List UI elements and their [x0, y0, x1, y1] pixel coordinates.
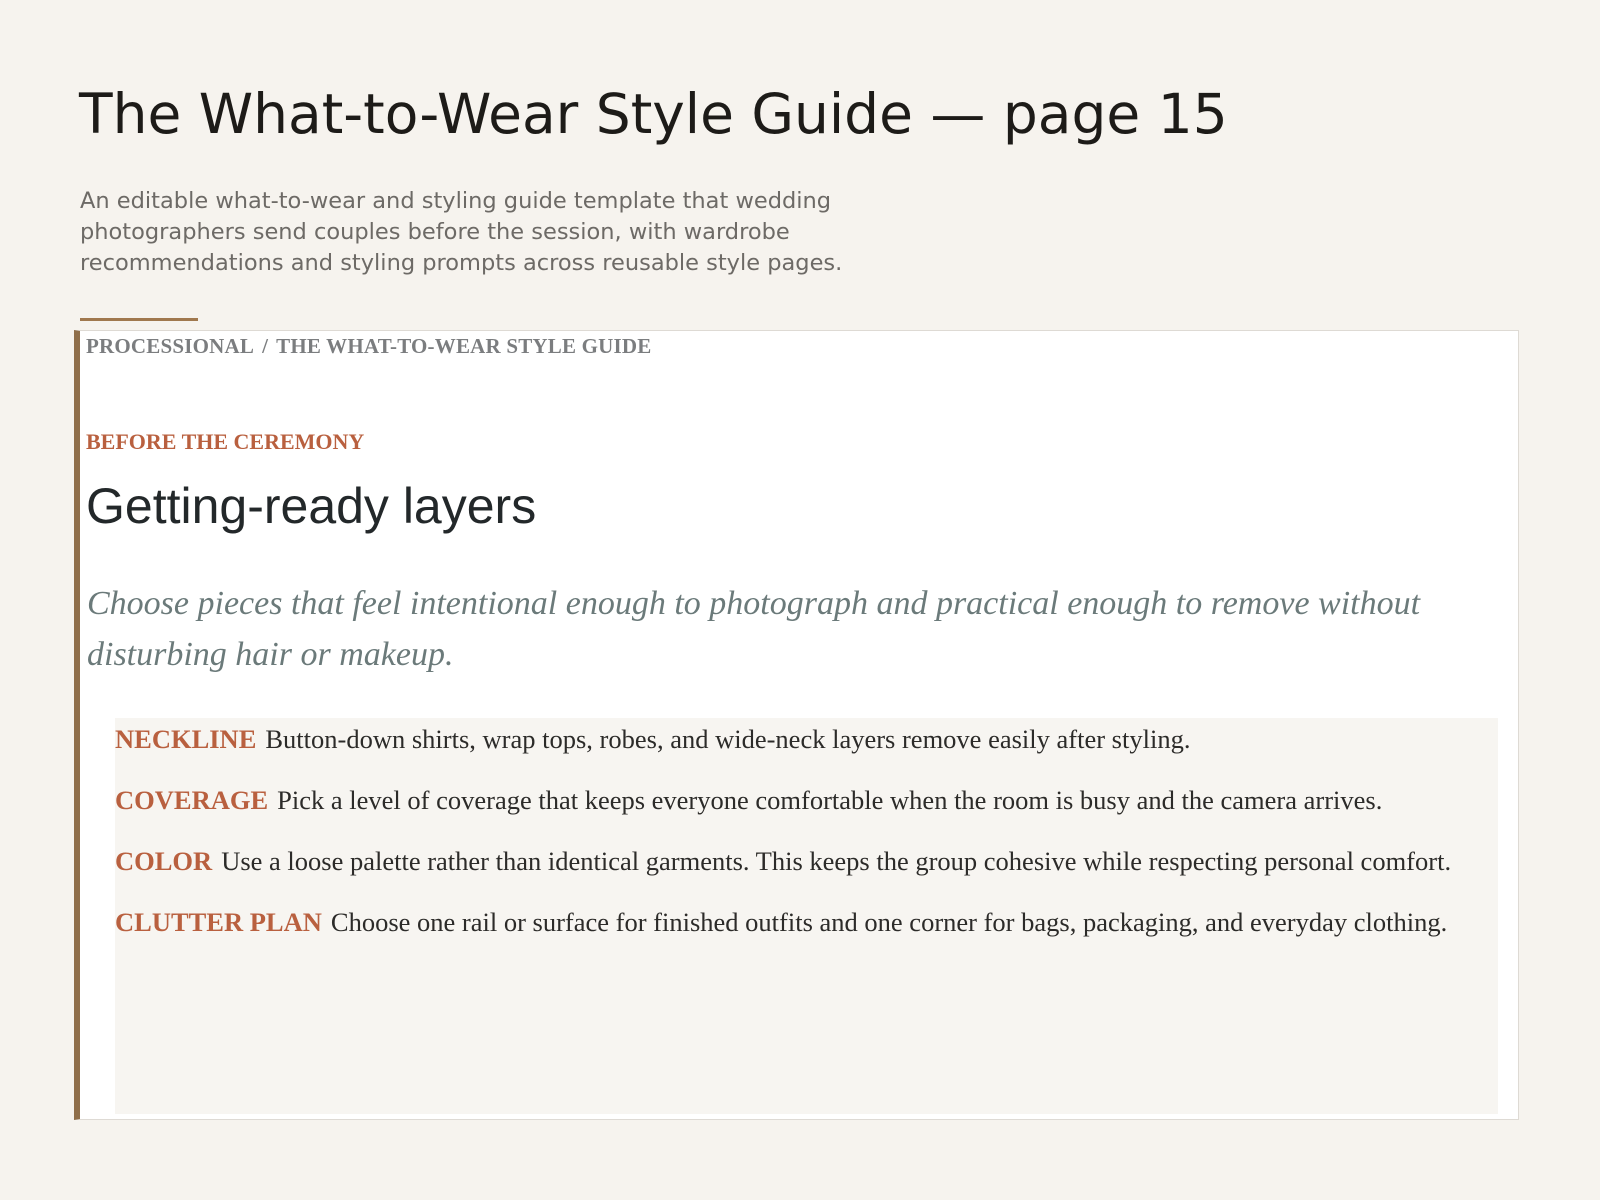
section-title: Getting-ready layers [86, 478, 537, 534]
breadcrumb: PROCESSIONAL / THE WHAT-TO-WEAR STYLE GUID… [86, 333, 652, 359]
note-label: NECKLINE [115, 724, 257, 754]
note-text: Choose one rail or surface for finished … [330, 907, 1448, 937]
note-color: COLOR Use a loose palette rather than ide… [115, 840, 1498, 882]
note-neckline: NECKLINE Button-down shirts, wrap tops, r… [115, 718, 1498, 760]
breadcrumb-separator: / [262, 334, 269, 358]
section-lede: Choose pieces that feel intentional enou… [87, 585, 1421, 673]
note-label: COLOR [115, 846, 213, 876]
note-text: Pick a level of coverage that keeps ever… [277, 785, 1383, 815]
note-clutter-plan: CLUTTER PLAN Choose one rail or surface f… [115, 901, 1498, 943]
note-text: Use a loose palette rather than identica… [221, 846, 1452, 876]
styling-notes-panel: NECKLINE Button-down shirts, wrap tops, r… [115, 718, 1498, 1114]
page-description: An editable what-to-wear and styling gui… [80, 188, 843, 276]
section-eyebrow: BEFORE THE CEREMONY [86, 429, 365, 454]
page-title: The What-to-Wear Style Guide — page 15 [79, 82, 1228, 146]
note-label: CLUTTER PLAN [115, 907, 322, 937]
note-label: COVERAGE [115, 785, 269, 815]
note-coverage: COVERAGE Pick a level of coverage that ke… [115, 779, 1498, 821]
breadcrumb-item-processional[interactable]: PROCESSIONAL [86, 334, 254, 358]
title-divider [80, 318, 198, 321]
breadcrumb-item-style-guide[interactable]: THE WHAT-TO-WEAR STYLE GUIDE [276, 334, 651, 358]
style-page-card: PROCESSIONAL / THE WHAT-TO-WEAR STYLE GUID… [74, 330, 1519, 1120]
note-text: Button-down shirts, wrap tops, robes, an… [265, 724, 1191, 754]
